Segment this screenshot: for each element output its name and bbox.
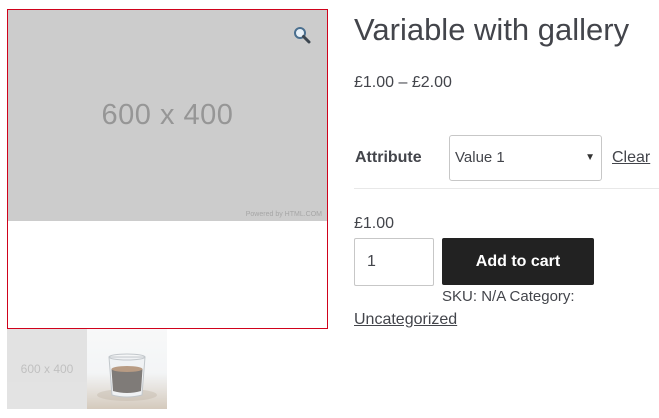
variations-table: Attribute Value 1 ▼ Clear — [354, 135, 659, 189]
attribute-label: Attribute — [355, 149, 422, 166]
price-range: £1.00 – £2.00 — [354, 74, 452, 91]
category-label: Category: — [509, 288, 575, 305]
chevron-down-icon: ▼ — [585, 152, 595, 163]
magnifier-icon — [294, 27, 311, 44]
main-product-image[interactable]: 600 x 400 Powered by HTML.COM — [8, 10, 327, 221]
product-gallery: 600 x 400 Powered by HTML.COM — [7, 9, 328, 329]
clear-variation-link[interactable]: Clear — [612, 149, 650, 167]
sku-value: N/A — [481, 288, 506, 305]
main-image-placeholder-text: 600 x 400 — [101, 99, 234, 131]
gallery-thumbnails: 600 x 400 — [7, 329, 167, 409]
thumbnail-placeholder-text: 600 x 400 — [20, 362, 74, 376]
product-meta: SKU: N/A Category: — [442, 288, 575, 305]
product-title: Variable with gallery — [354, 12, 630, 47]
attribute-selected-value: Value 1 — [455, 149, 505, 166]
zoom-trigger[interactable] — [291, 24, 313, 46]
gallery-thumbnail-1[interactable]: 600 x 400 — [7, 329, 87, 409]
variation-price: £1.00 — [354, 215, 395, 232]
add-to-cart-button[interactable]: Add to cart — [442, 238, 594, 285]
gallery-thumbnail-2[interactable] — [87, 329, 167, 409]
image-powered-by-text: Powered by HTML.COM — [245, 211, 322, 218]
attribute-select[interactable]: Value 1 ▼ — [449, 135, 602, 181]
sku-label: SKU: — [442, 288, 478, 305]
coffee-glass-image — [97, 353, 157, 401]
category-link[interactable]: Uncategorized — [354, 311, 457, 329]
quantity-input[interactable] — [354, 238, 434, 286]
